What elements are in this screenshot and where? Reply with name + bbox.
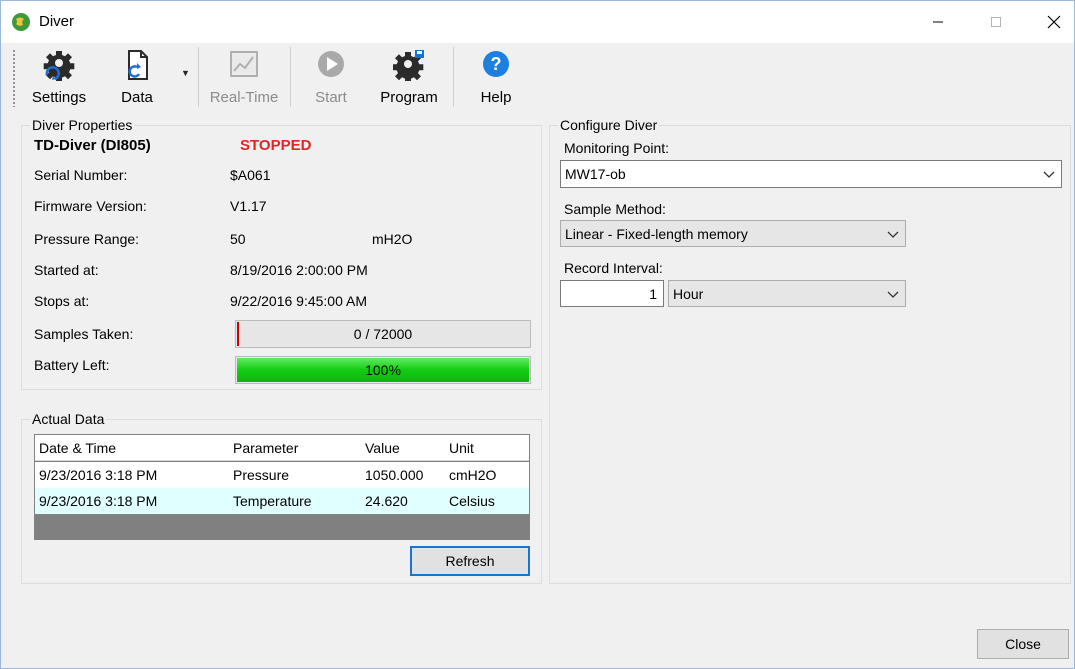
table-cell: Temperature: [233, 493, 312, 509]
stops-at-label: Stops at:: [34, 293, 90, 309]
toolbar-grip[interactable]: [13, 49, 15, 107]
minimize-icon: [933, 21, 943, 23]
svg-text:?: ?: [491, 54, 502, 74]
diver-properties-title: Diver Properties: [30, 117, 135, 133]
program-gear-icon: [393, 50, 424, 81]
program-label: Program: [380, 89, 438, 106]
monitoring-point-value: MW17-ob: [565, 166, 626, 182]
pressure-range-value: 50: [230, 231, 246, 247]
device-name: TD-Diver (DI805): [34, 137, 151, 154]
battery-left-label: Battery Left:: [34, 357, 110, 373]
started-at-label: Started at:: [34, 262, 99, 278]
table-cell: cmH2O: [449, 467, 497, 483]
pressure-range-label: Pressure Range:: [34, 231, 140, 247]
monitoring-point-label: Monitoring Point:: [564, 140, 670, 156]
refresh-button[interactable]: Refresh: [410, 546, 530, 576]
samples-taken-label: Samples Taken:: [34, 326, 134, 342]
samples-progress-bar: 0 / 72000: [235, 320, 531, 348]
battery-progress-bar: 100%: [235, 356, 531, 384]
table-cell: Pressure: [233, 467, 290, 483]
table-cell: 9/23/2016 3:18 PM: [39, 493, 158, 509]
sample-method-label: Sample Method:: [564, 201, 666, 217]
sample-method-select[interactable]: Linear - Fixed-length memory: [560, 220, 906, 247]
settings-button[interactable]: Settings: [25, 47, 93, 109]
maximize-icon: [991, 17, 1001, 27]
settings-label: Settings: [31, 89, 87, 106]
data-button[interactable]: Data: [107, 47, 167, 109]
realtime-label: Real-Time: [209, 89, 279, 106]
toolbar: Settings Data ▼ Real-Time Start Program …: [1, 43, 1074, 113]
table-cell: 24.620: [365, 493, 408, 509]
table-cell: 9/23/2016 3:18 PM: [39, 467, 158, 483]
toolbar-separator: [453, 47, 454, 107]
diver-properties-group: Diver Properties TD-Diver (DI805) STOPPE…: [21, 117, 542, 390]
column-header[interactable]: Date & Time: [39, 440, 116, 456]
toolbar-separator: [290, 47, 291, 107]
serial-value: $A061: [230, 167, 271, 183]
start-button[interactable]: Start: [303, 47, 359, 109]
realtime-button[interactable]: Real-Time: [203, 47, 285, 109]
column-header[interactable]: Parameter: [233, 440, 298, 456]
serial-label: Serial Number:: [34, 167, 128, 183]
configure-diver-title: Configure Diver: [558, 117, 660, 133]
record-interval-unit-value: Hour: [673, 286, 704, 302]
settings-gear-icon: [43, 51, 75, 81]
sample-method-value: Linear - Fixed-length memory: [565, 226, 748, 242]
record-interval-input[interactable]: 1: [560, 280, 664, 307]
monitoring-point-select[interactable]: MW17-ob: [560, 160, 1062, 188]
close-window-button[interactable]: [1031, 1, 1074, 43]
chevron-down-icon: [1043, 171, 1055, 178]
table-header: Date & Time Parameter Value Unit: [35, 435, 529, 461]
data-label: Data: [121, 89, 153, 106]
data-document-icon: [128, 50, 148, 80]
minimize-button[interactable]: [915, 1, 961, 43]
table-row[interactable]: 9/23/2016 3:18 PM Temperature 24.620 Cel…: [35, 488, 529, 514]
actual-data-group: Actual Data Date & Time Parameter Value …: [21, 411, 542, 584]
stops-at-value: 9/22/2016 9:45:00 AM: [230, 293, 367, 309]
toolbar-separator: [198, 47, 199, 107]
started-at-value: 8/19/2016 2:00:00 PM: [230, 262, 368, 278]
help-question-icon: ?: [483, 51, 509, 77]
close-icon: [1047, 15, 1061, 29]
column-header[interactable]: Value: [365, 440, 400, 456]
record-interval-label: Record Interval:: [564, 260, 663, 276]
chevron-down-icon: [887, 291, 899, 298]
actual-data-table[interactable]: Date & Time Parameter Value Unit 9/23/20…: [34, 434, 530, 540]
close-button[interactable]: Close: [977, 629, 1069, 659]
realtime-chart-icon: [230, 51, 258, 77]
samples-progress-text: 0 / 72000: [353, 326, 413, 342]
help-button[interactable]: ? Help: [471, 47, 521, 109]
table-cell: 1050.000: [365, 467, 424, 483]
data-dropdown-arrow[interactable]: ▼: [181, 68, 190, 78]
help-label: Help: [480, 89, 512, 106]
program-button[interactable]: Program: [373, 47, 445, 109]
play-icon: [318, 51, 344, 77]
record-interval-value: 1: [649, 286, 657, 302]
maximize-button[interactable]: [973, 1, 1019, 43]
table-row[interactable]: 9/23/2016 3:18 PM Pressure 1050.000 cmH2…: [35, 462, 529, 488]
table-cell: Celsius: [449, 493, 495, 509]
battery-progress-text: 100%: [365, 362, 401, 378]
firmware-label: Firmware Version:: [34, 198, 147, 214]
diver-window: Diver Settings Data ▼ Real-Time Start Pr…: [0, 0, 1075, 669]
pressure-range-unit: mH2O: [372, 231, 413, 247]
configure-diver-group: Configure Diver Monitoring Point: MW17-o…: [549, 117, 1071, 584]
chevron-down-icon: [887, 231, 899, 238]
status-badge: STOPPED: [240, 137, 312, 154]
window-title: Diver: [39, 13, 75, 30]
title-bar: Diver: [1, 1, 1074, 43]
record-interval-unit-select[interactable]: Hour: [668, 280, 906, 307]
actual-data-title: Actual Data: [30, 411, 107, 427]
start-label: Start: [315, 89, 347, 106]
diver-app-icon: [12, 13, 30, 31]
firmware-value: V1.17: [230, 198, 267, 214]
column-header[interactable]: Unit: [449, 440, 474, 456]
